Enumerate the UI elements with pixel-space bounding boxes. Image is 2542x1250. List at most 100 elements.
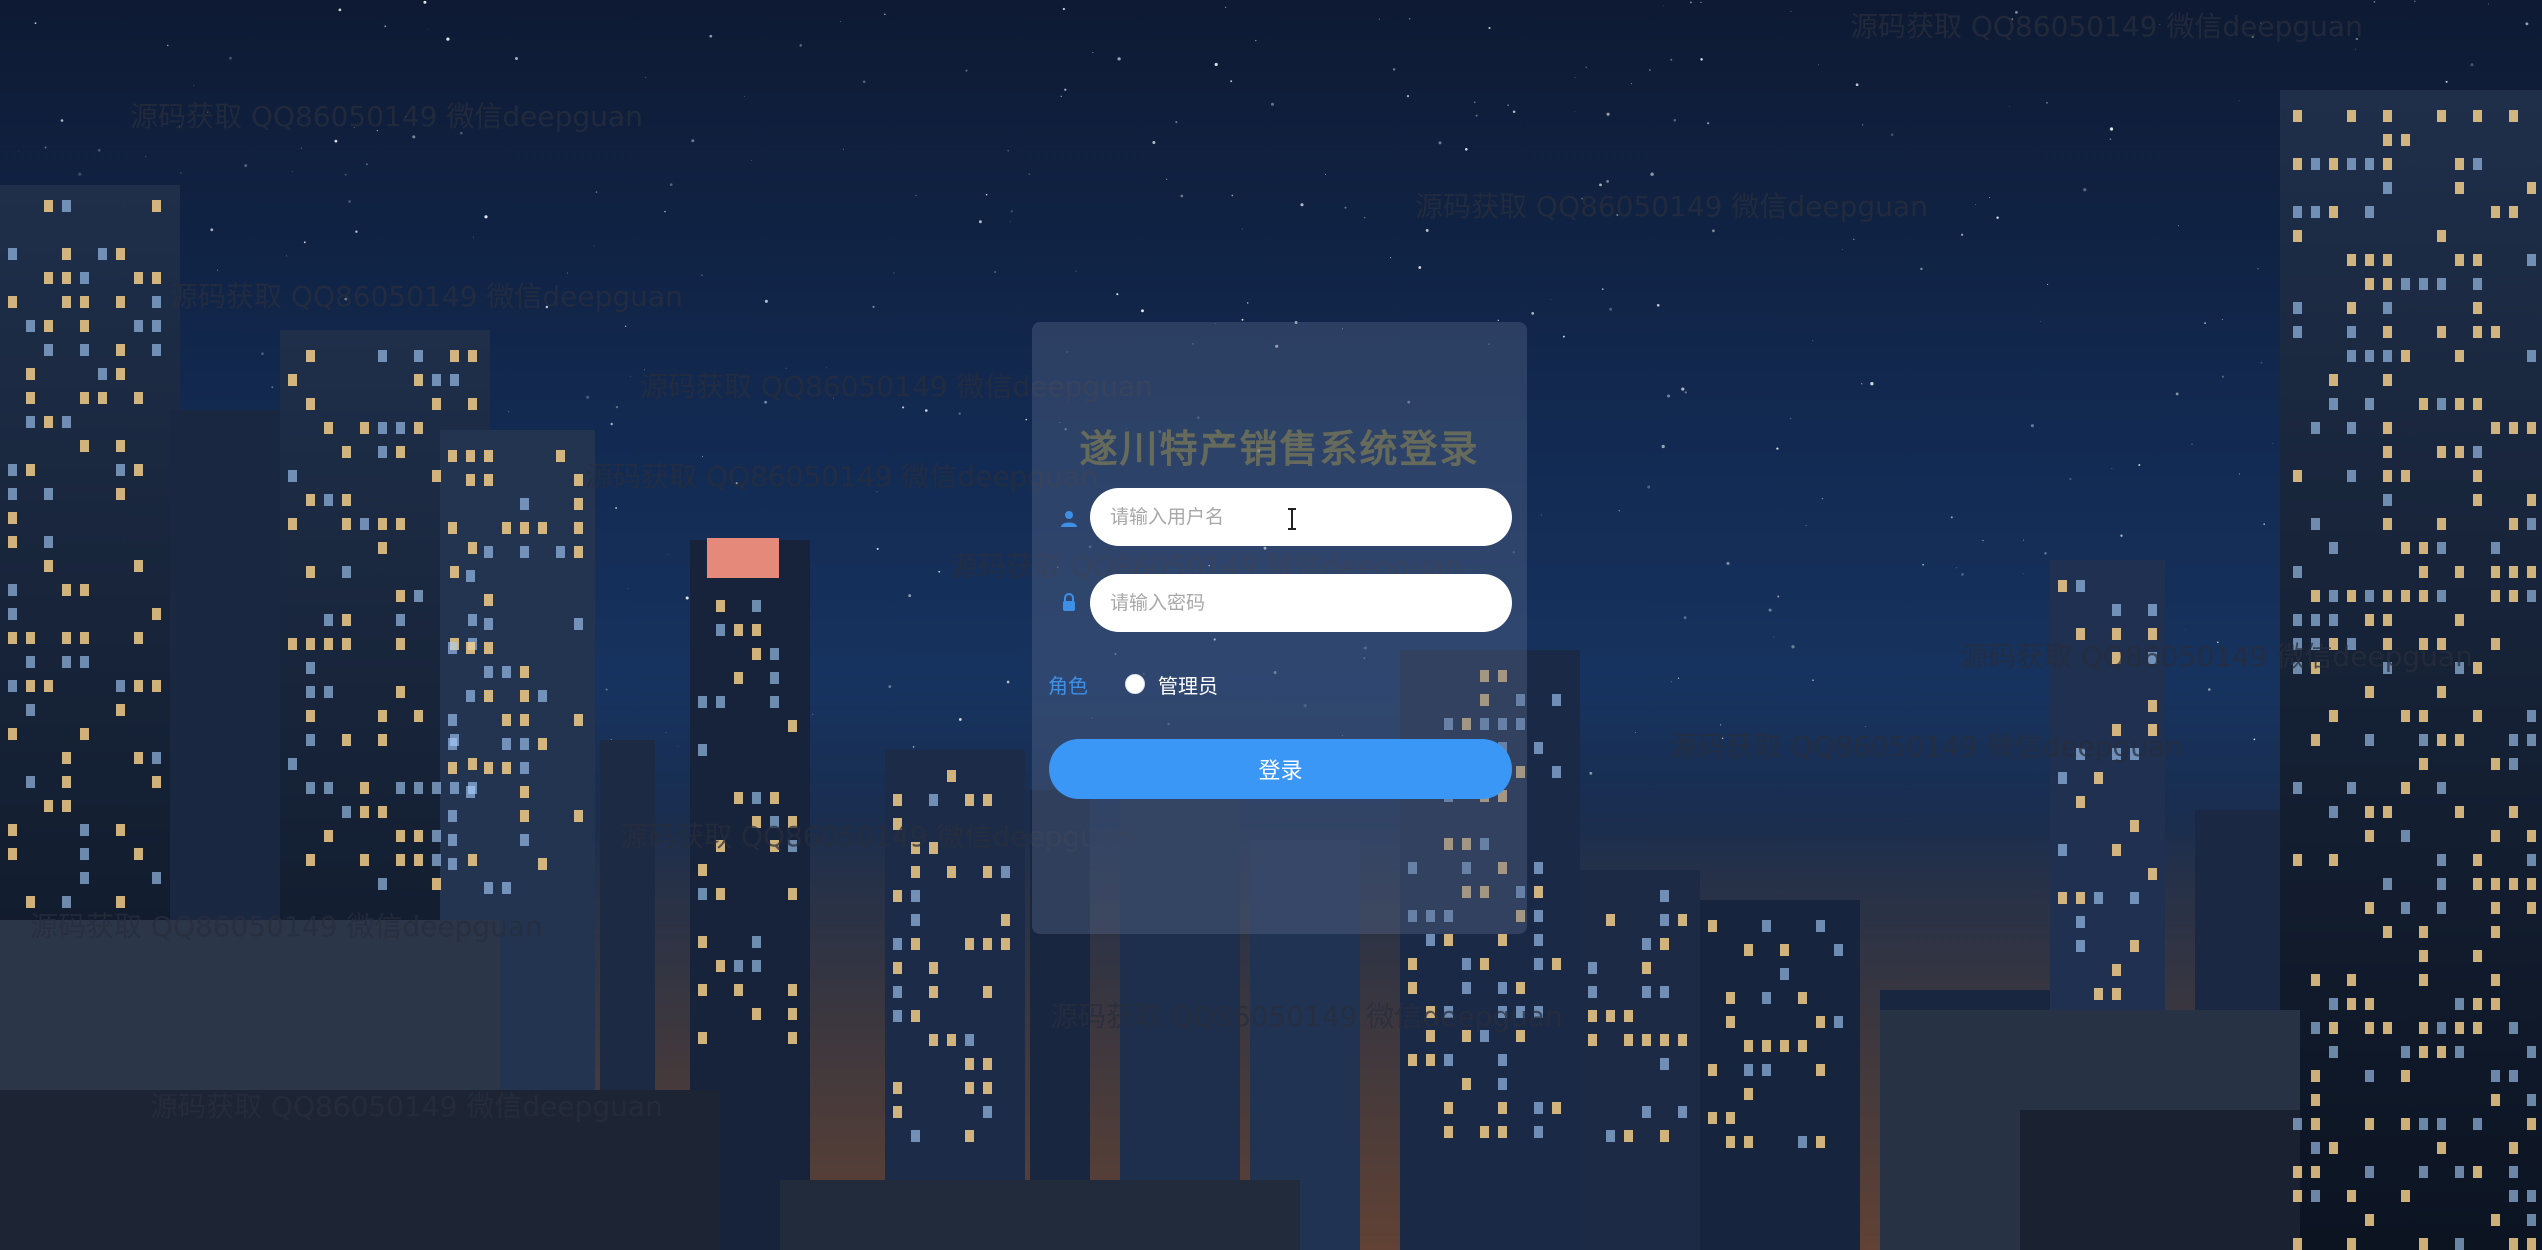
window-light — [2365, 902, 2374, 914]
window-light — [62, 200, 71, 212]
window-light — [2527, 350, 2536, 362]
window-light — [2293, 854, 2302, 866]
window-light — [2437, 590, 2446, 602]
window-light — [2473, 158, 2482, 170]
lock-icon — [1063, 593, 1075, 611]
window-light — [1552, 766, 1561, 778]
window-light — [80, 872, 89, 884]
window-light — [2112, 988, 2121, 1000]
window-light — [2347, 470, 2356, 482]
window-light — [1462, 958, 1471, 970]
window-light — [1834, 944, 1843, 956]
window-light — [2365, 350, 2374, 362]
window-light — [2491, 590, 2500, 602]
window-light — [62, 584, 71, 596]
window-light — [450, 374, 459, 386]
window-light — [2365, 614, 2374, 626]
window-light — [2383, 182, 2392, 194]
window-light — [1498, 1006, 1507, 1018]
window-light — [134, 560, 143, 572]
window-light — [2437, 1142, 2446, 1154]
window-light — [2401, 278, 2410, 290]
window-light — [502, 522, 511, 534]
window-light — [2473, 470, 2482, 482]
username-input[interactable] — [1090, 488, 1512, 546]
window-light — [1660, 986, 1669, 998]
window-light — [2347, 974, 2356, 986]
window-light — [80, 320, 89, 332]
window-light — [324, 782, 333, 794]
window-light — [152, 872, 161, 884]
window-light — [98, 392, 107, 404]
window-light — [80, 296, 89, 308]
window-light — [414, 350, 423, 362]
window-light — [574, 810, 583, 822]
window-light — [26, 464, 35, 476]
window-light — [2365, 830, 2374, 842]
window-light — [360, 854, 369, 866]
window-light — [2473, 1022, 2482, 1034]
window-light — [8, 296, 17, 308]
window-light — [342, 614, 351, 626]
window-light — [414, 374, 423, 386]
window-light — [2112, 748, 2121, 760]
window-light — [116, 440, 125, 452]
window-light — [116, 344, 125, 356]
window-light — [2347, 254, 2356, 266]
window-light — [342, 734, 351, 746]
window-light — [152, 320, 161, 332]
window-light — [116, 464, 125, 476]
window-light — [2329, 1022, 2338, 1034]
window-light — [468, 614, 477, 626]
window-light — [2473, 278, 2482, 290]
window-light — [396, 422, 405, 434]
window-light — [716, 600, 725, 612]
window-light — [752, 792, 761, 804]
window-light — [2437, 854, 2446, 866]
window-light — [62, 896, 71, 908]
window-light — [2329, 1142, 2338, 1154]
window-light — [2311, 974, 2320, 986]
window-light — [1426, 1030, 1435, 1042]
window-light — [2076, 628, 2085, 640]
window-light — [2473, 662, 2482, 674]
window-light — [2455, 350, 2464, 362]
window-light — [306, 782, 315, 794]
window-light — [2491, 1070, 2500, 1082]
window-light — [2473, 398, 2482, 410]
role-option-admin-label[interactable]: 管理员 — [1158, 670, 1218, 699]
window-light — [8, 728, 17, 740]
login-button[interactable]: 登录 — [1049, 739, 1512, 799]
window-light — [2491, 974, 2500, 986]
role-radio-admin[interactable] — [1125, 674, 1145, 694]
window-light — [2491, 542, 2500, 554]
password-input[interactable] — [1090, 574, 1512, 632]
window-light — [2293, 662, 2302, 674]
window-light — [752, 936, 761, 948]
window-light — [80, 824, 89, 836]
window-light — [574, 618, 583, 630]
window-light — [8, 824, 17, 836]
window-light — [1516, 982, 1525, 994]
window-light — [2455, 662, 2464, 674]
window-light — [1534, 742, 1543, 754]
window-light — [324, 638, 333, 650]
window-light — [306, 662, 315, 674]
window-light — [2383, 110, 2392, 122]
window-light — [466, 786, 475, 798]
window-light — [1444, 1054, 1453, 1066]
window-light — [134, 464, 143, 476]
window-light — [2419, 710, 2428, 722]
window-light — [44, 536, 53, 548]
text-cursor-icon — [1288, 508, 1296, 530]
window-light — [2347, 110, 2356, 122]
window-light — [698, 984, 707, 996]
window-light — [1552, 958, 1561, 970]
role-label: 角色 — [1048, 674, 1088, 698]
window-light — [2365, 158, 2374, 170]
window-light — [396, 854, 405, 866]
window-light — [788, 1032, 797, 1044]
window-light — [2527, 878, 2536, 890]
window-light — [2401, 710, 2410, 722]
window-light — [1798, 992, 1807, 1004]
